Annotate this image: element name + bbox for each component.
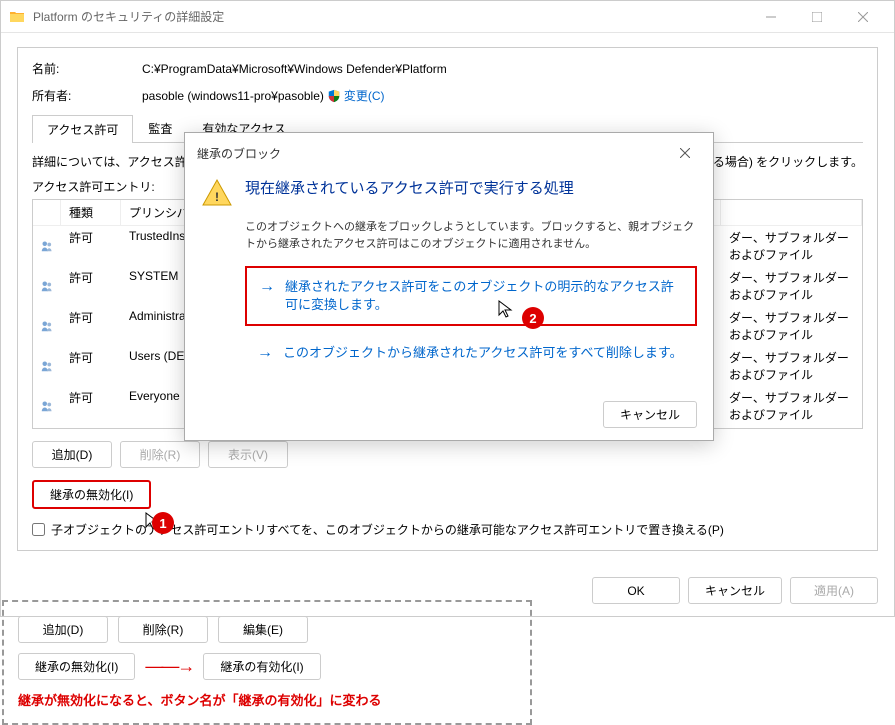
description-suffix: きる場合) をクリックします。 bbox=[701, 153, 863, 170]
folder-icon bbox=[9, 9, 25, 25]
name-label: 名前: bbox=[32, 60, 142, 77]
arrow-icon: → bbox=[259, 278, 275, 296]
annotation-badge-1: 1 bbox=[152, 512, 174, 534]
tutorial-box: 追加(D) 削除(R) 編集(E) 継承の無効化(I) ——→ 継承の有効化(I… bbox=[2, 600, 532, 725]
tutorial-add-button: 追加(D) bbox=[18, 616, 108, 643]
warning-icon: ! bbox=[201, 177, 233, 209]
row-apply: ダー、サブフォルダーおよびファイル bbox=[721, 268, 862, 304]
disable-inheritance-button[interactable]: 継承の無効化(I) bbox=[32, 480, 151, 509]
row-apply: ダー、サブフォルダーおよびファイル bbox=[721, 308, 862, 344]
change-owner-link[interactable]: 変更(C) bbox=[344, 87, 385, 104]
users-icon bbox=[41, 238, 53, 254]
row-type: 許可 bbox=[61, 348, 121, 384]
owner-value: pasoble (windows11-pro¥pasoble) bbox=[142, 89, 324, 103]
modal-description: このオブジェクトへの継承をブロックしようとしています。ブロックすると、親オブジェ… bbox=[245, 219, 697, 252]
remove-inherited-option[interactable]: → このオブジェクトから継承されたアクセス許可をすべて削除します。 bbox=[245, 334, 697, 372]
annotation-badge-2: 2 bbox=[522, 307, 544, 329]
modal-cancel-button[interactable]: キャンセル bbox=[603, 401, 697, 428]
users-icon bbox=[41, 318, 53, 334]
ok-button[interactable]: OK bbox=[592, 577, 680, 604]
row-type: 許可 bbox=[61, 228, 121, 264]
header-type[interactable]: 種類 bbox=[61, 200, 121, 225]
option1-text: 継承されたアクセス許可をこのオブジェクトの明示的なアクセス許可に変換します。 bbox=[285, 278, 683, 314]
modal-close-button[interactable] bbox=[669, 141, 701, 165]
owner-label: 所有者: bbox=[32, 87, 142, 104]
apply-button: 適用(A) bbox=[790, 577, 878, 604]
users-icon bbox=[41, 278, 53, 294]
tutorial-enable-button: 継承の有効化(I) bbox=[203, 653, 320, 680]
titlebar: Platform のセキュリティの詳細設定 bbox=[1, 1, 894, 33]
name-value: C:¥ProgramData¥Microsoft¥Windows Defende… bbox=[142, 62, 447, 76]
svg-text:!: ! bbox=[215, 190, 219, 204]
tutorial-edit-button: 編集(E) bbox=[218, 616, 308, 643]
minimize-button[interactable] bbox=[748, 1, 794, 33]
tutorial-note: 継承が無効化になると、ボタン名が「継承の有効化」に変わる bbox=[18, 690, 516, 709]
users-icon bbox=[41, 398, 53, 414]
block-inheritance-dialog: 継承のブロック ! 現在継承されているアクセス許可で実行する処理 このオブジェク… bbox=[184, 132, 714, 441]
row-apply: ダー、サブフォルダーおよびファイル bbox=[721, 388, 862, 424]
tutorial-remove-button: 削除(R) bbox=[118, 616, 208, 643]
row-type: 許可 bbox=[61, 308, 121, 344]
window-title: Platform のセキュリティの詳細設定 bbox=[33, 8, 748, 25]
shield-icon bbox=[327, 89, 341, 103]
row-type: 許可 bbox=[61, 268, 121, 304]
tutorial-disable-button: 継承の無効化(I) bbox=[18, 653, 135, 680]
row-apply: ダー、サブフォルダーおよびファイル bbox=[721, 228, 862, 264]
row-type: 許可 bbox=[61, 388, 121, 424]
replace-child-checkbox[interactable] bbox=[32, 523, 45, 536]
remove-button: 削除(R) bbox=[120, 441, 200, 468]
add-button[interactable]: 追加(D) bbox=[32, 441, 112, 468]
modal-title: 継承のブロック bbox=[197, 145, 281, 162]
row-apply: ダー、サブフォルダーおよびファイル bbox=[721, 348, 862, 384]
cancel-button[interactable]: キャンセル bbox=[688, 577, 782, 604]
convert-inherited-option[interactable]: → 継承されたアクセス許可をこのオブジェクトの明示的なアクセス許可に変換します。 bbox=[245, 266, 697, 326]
option2-text: このオブジェクトから継承されたアクセス許可をすべて削除します。 bbox=[283, 344, 683, 362]
users-icon bbox=[41, 358, 53, 374]
view-button: 表示(V) bbox=[208, 441, 288, 468]
tab-permissions[interactable]: アクセス許可 bbox=[32, 115, 133, 143]
close-button[interactable] bbox=[840, 1, 886, 33]
arrow-red-icon: ——→ bbox=[145, 656, 193, 677]
description-text: 詳細については、アクセス許可 bbox=[32, 155, 199, 169]
arrow-icon: → bbox=[257, 344, 273, 362]
tab-audit[interactable]: 監査 bbox=[133, 114, 187, 142]
modal-heading: 現在継承されているアクセス許可で実行する処理 bbox=[245, 177, 574, 198]
maximize-button[interactable] bbox=[794, 1, 840, 33]
